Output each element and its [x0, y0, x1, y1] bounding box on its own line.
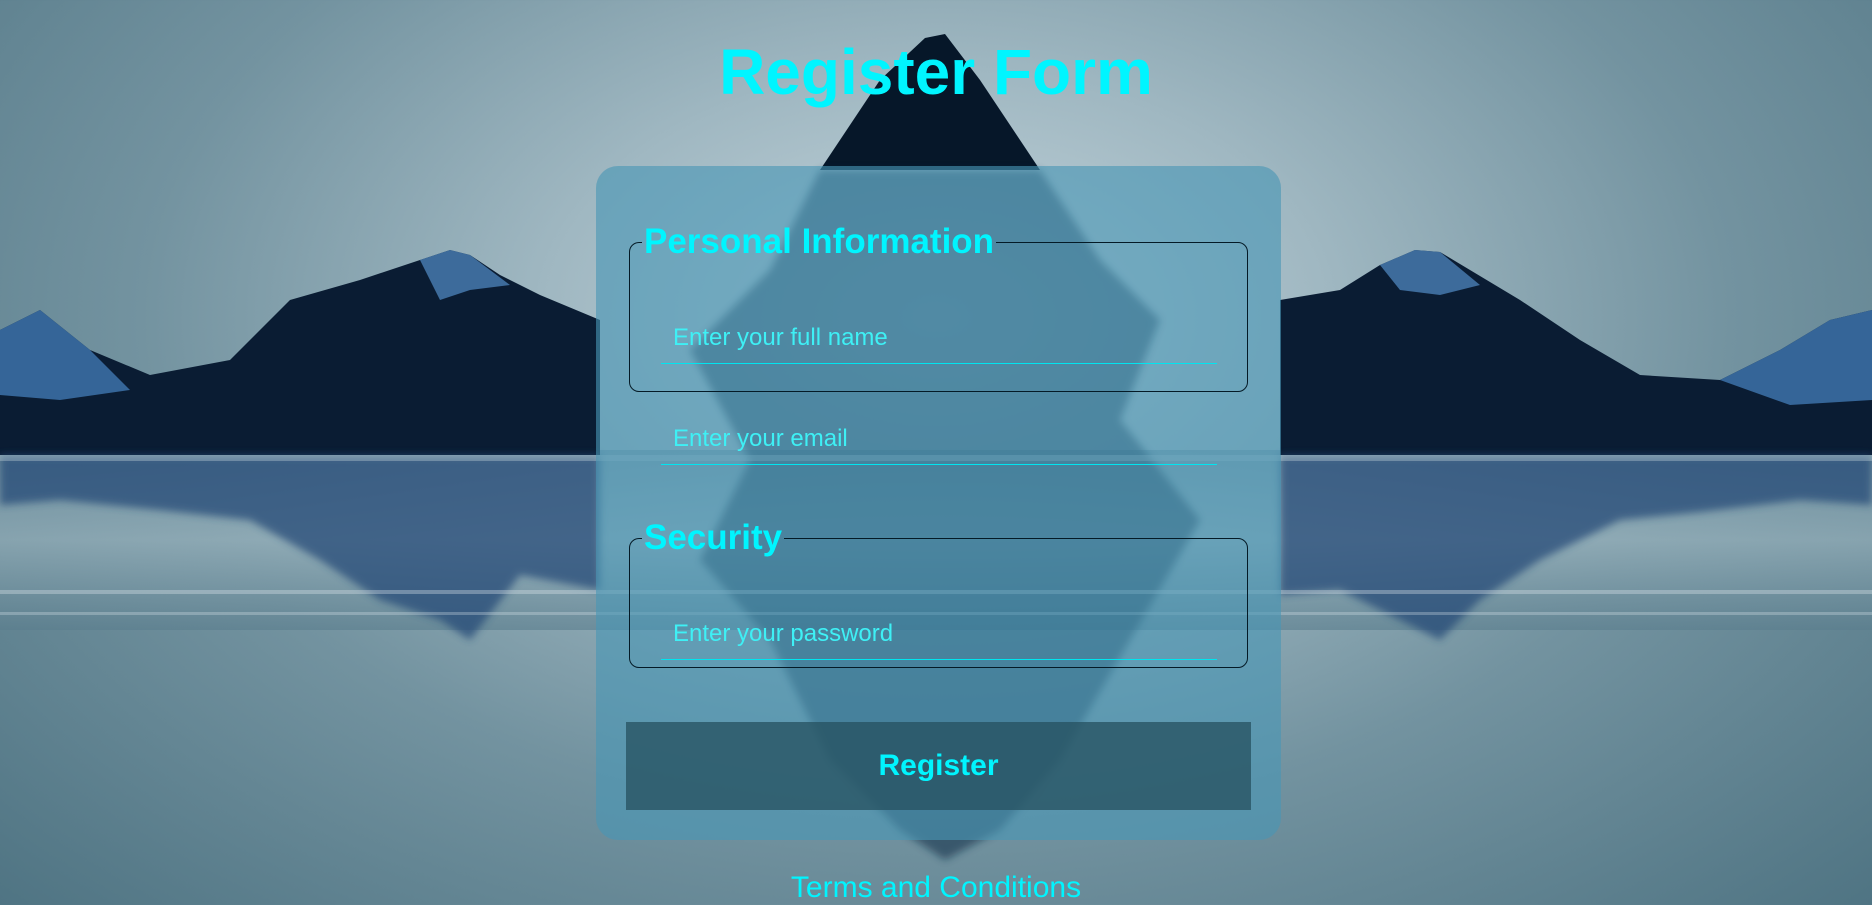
personal-information-section: Personal Information: [629, 222, 1248, 465]
full-name-input[interactable]: [661, 312, 1217, 363]
full-name-field: [661, 312, 1217, 364]
register-form-card: Personal Information Security Register: [596, 166, 1281, 840]
password-input[interactable]: [661, 608, 1217, 659]
security-legend: Security: [644, 518, 783, 557]
terms-container: Terms and Conditions: [0, 870, 1872, 905]
page-title: Register Form: [719, 36, 1153, 108]
password-field: [661, 608, 1217, 660]
register-button[interactable]: Register: [626, 722, 1251, 810]
personal-information-legend: Personal Information: [644, 222, 995, 261]
email-input[interactable]: [661, 413, 1217, 464]
terms-and-conditions-link[interactable]: Terms and Conditions: [791, 871, 1081, 904]
security-section: Security: [629, 518, 1248, 668]
email-field: [661, 413, 1217, 465]
